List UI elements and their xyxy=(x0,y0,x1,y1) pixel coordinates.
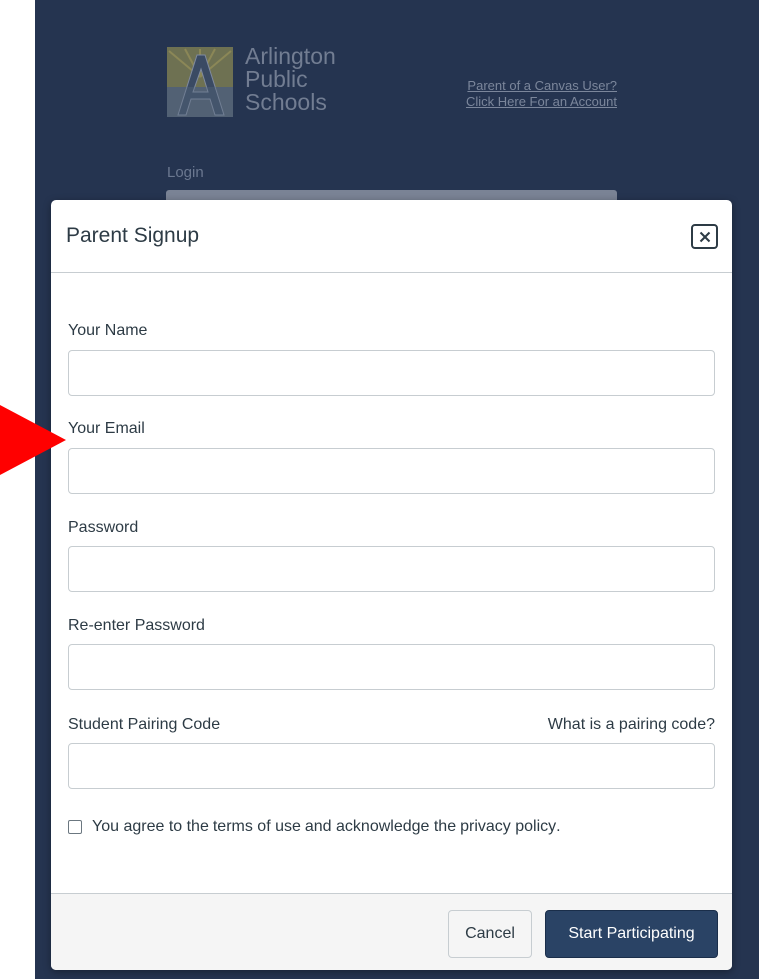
agree-checkbox[interactable] xyxy=(68,820,82,834)
agreement-middle: and acknowledge the xyxy=(304,818,457,835)
logo-text-line3: Schools xyxy=(245,89,327,115)
school-logo: Arlington Public Schools xyxy=(167,45,367,120)
agreement-suffix: . xyxy=(556,818,561,835)
email-label: Your Email xyxy=(68,420,145,437)
logo-text-line1: Arlington xyxy=(245,43,336,69)
password-field[interactable] xyxy=(68,546,715,592)
pairing-code-label: Student Pairing Code xyxy=(68,716,221,733)
dialog-footer: Cancel Start Participating xyxy=(51,893,732,970)
dialog-header: Parent Signup xyxy=(51,200,732,273)
reenter-password-label: Re-enter Password xyxy=(68,617,205,634)
parent-signup-dialog: Parent Signup Your Name Your Email Passw… xyxy=(51,200,732,970)
reenter-password-field[interactable] xyxy=(68,644,715,690)
close-button[interactable] xyxy=(691,224,718,249)
page: Arlington Public Schools Parent of a Can… xyxy=(0,0,759,979)
close-icon xyxy=(699,231,710,242)
pairing-code-help-link[interactable]: What is a pairing code? xyxy=(548,716,715,734)
privacy-policy-link[interactable]: privacy policy xyxy=(460,818,556,836)
pairing-code-field[interactable] xyxy=(68,743,715,789)
logo-mark-icon xyxy=(167,47,233,117)
dialog-title: Parent Signup xyxy=(66,224,200,247)
red-arrow-icon xyxy=(0,405,66,475)
parent-account-link[interactable]: Parent of a Canvas User? Click Here For … xyxy=(400,78,617,110)
start-participating-button[interactable]: Start Participating xyxy=(545,910,718,958)
name-field[interactable] xyxy=(68,350,715,396)
logo-text-line2: Public xyxy=(245,66,308,92)
name-label: Your Name xyxy=(68,322,148,339)
cancel-button[interactable]: Cancel xyxy=(448,910,532,958)
login-label: Login xyxy=(167,164,204,181)
agreement-row: You agree to the terms of use and acknow… xyxy=(68,818,561,836)
email-field[interactable] xyxy=(68,448,715,494)
parent-link-line1: Parent of a Canvas User? xyxy=(467,78,617,93)
terms-of-use-link[interactable]: terms of use xyxy=(213,818,301,836)
parent-link-line2: Click Here For an Account xyxy=(465,94,617,109)
agreement-prefix: You agree to the xyxy=(92,818,209,835)
password-label: Password xyxy=(68,519,139,536)
